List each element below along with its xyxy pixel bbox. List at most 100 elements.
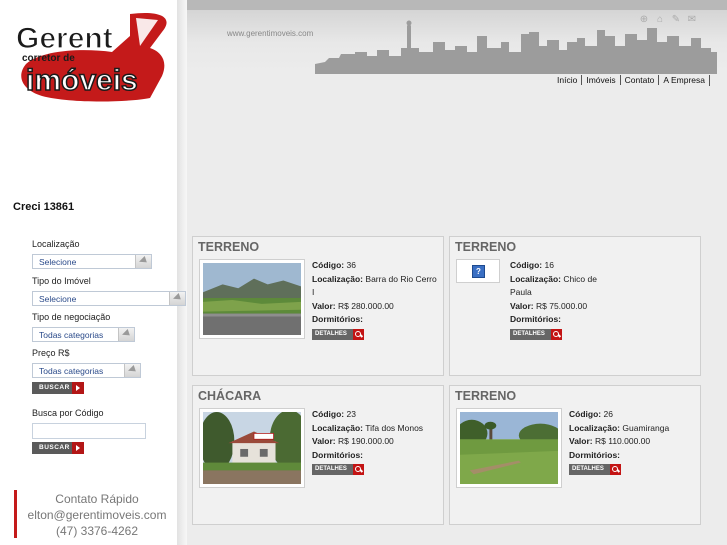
listing-codigo: 16 [544, 260, 554, 270]
localizacao-label: Localização [32, 239, 80, 249]
listing-localizacao: Guamiranga [622, 422, 670, 433]
site-logo[interactable]: Gerent corretor de imóveis [12, 10, 180, 102]
listing-valor: R$ 110.000.00 [595, 436, 651, 446]
buscar-codigo-button[interactable]: BUSCAR [32, 442, 84, 454]
localizacao-label: Localização: [510, 273, 562, 284]
valor-label: Valor: [569, 436, 593, 446]
nav-a-empresa[interactable]: A Empresa [658, 75, 709, 85]
listing-card[interactable]: CHÁCARA Código: 23 Localização: Tifa dos… [192, 385, 444, 525]
listing-localizacao: Tifa dos Monos [365, 422, 424, 433]
tipo-negociacao-select[interactable]: Todas categorias [32, 327, 135, 342]
listing-info: Código: 26 Localização: Guamiranga Valor… [569, 408, 697, 476]
detalhes-button-label: DETALHES [315, 330, 347, 337]
magnifier-icon [353, 464, 364, 475]
creci-number: Creci 13861 [13, 201, 75, 213]
valor-label: Valor: [312, 300, 336, 311]
listing-card[interactable]: TERRENO Código: 26 Localização: Guamiran… [449, 385, 701, 525]
localizacao-select-value: Selecione [39, 257, 77, 267]
listing-category: CHÁCARA [198, 389, 262, 403]
listing-info: Código: 36 Localização: Barra do Rio Cer… [312, 259, 440, 340]
localizacao-select[interactable]: Selecione [32, 254, 152, 269]
chevron-down-icon [124, 364, 140, 377]
magnifier-icon [551, 328, 562, 340]
field-photo-image [203, 263, 301, 335]
logo-text-corretor: corretor de [22, 53, 75, 64]
detalhes-button[interactable]: DETALHES [569, 464, 621, 475]
detalhes-button[interactable]: DETALHES [510, 328, 562, 340]
logo-graphic: Gerent corretor de imóveis [15, 12, 167, 102]
detalhes-button-label: DETALHES [513, 330, 545, 337]
mail-icon[interactable]: ✉ [685, 12, 699, 28]
grass-photo-image [460, 412, 558, 484]
listing-photo[interactable] [199, 259, 305, 339]
listing-category: TERRENO [455, 389, 517, 403]
contact-box: Contato Rápido elton@gerentimoveis.com (… [14, 490, 177, 538]
listing-card[interactable]: TERRENO Código: 36 Localização: Barra do… [192, 236, 444, 376]
contact-title: Contato Rápido [55, 492, 139, 506]
listing-category: TERRENO [455, 240, 517, 254]
listing-category: TERRENO [198, 240, 260, 254]
nav-imoveis[interactable]: Imóveis [581, 75, 620, 85]
tipo-negociacao-select-value: Todas categorias [39, 330, 104, 340]
detalhes-button-label: DETALHES [315, 466, 347, 472]
listing-card[interactable]: TERRENO ? Código: 16 Localização: Chico … [449, 236, 701, 376]
preco-label: Preço R$ [32, 348, 70, 358]
house-photo-image [203, 412, 301, 484]
listing-info: Código: 16 Localização: Chico de Paula V… [510, 259, 638, 340]
dormitorios-label: Dormitórios: [510, 314, 561, 324]
tipo-imovel-label: Tipo do Imóvel [32, 276, 91, 286]
dormitorios-label: Dormitórios: [569, 449, 620, 460]
buscar-codigo-button-label: BUSCAR [39, 444, 70, 451]
listing-valor: R$ 75.000.00 [536, 300, 588, 311]
codigo-input[interactable] [32, 423, 146, 439]
tipo-imovel-select[interactable]: Selecione [32, 291, 186, 306]
listing-photo[interactable] [456, 408, 562, 488]
localizacao-label: Localização: [312, 273, 364, 284]
detalhes-button[interactable]: DETALHES [312, 328, 364, 340]
tipo-imovel-select-value: Selecione [39, 294, 77, 304]
codigo-label: Código: [312, 409, 345, 419]
busca-codigo-label: Busca por Código [32, 408, 104, 418]
chevron-down-icon [118, 328, 134, 341]
arrow-right-icon [72, 382, 84, 394]
arrow-right-icon [72, 442, 84, 454]
listing-valor: R$ 190.000.00 [338, 436, 394, 446]
dormitorios-label: Dormitórios: [312, 314, 363, 324]
header-top-band [187, 0, 727, 10]
site-url: www.gerentimoveis.com [227, 29, 314, 38]
listing-codigo: 26 [603, 409, 613, 419]
chevron-down-icon [135, 255, 151, 268]
tipo-negociacao-label: Tipo de negociação [32, 312, 111, 322]
buscar-button-label: BUSCAR [39, 384, 70, 391]
valor-label: Valor: [510, 300, 534, 311]
chevron-down-icon [169, 292, 185, 305]
listing-photo[interactable] [199, 408, 305, 488]
nav-inicio[interactable]: Início [553, 75, 581, 85]
listing-photo-placeholder[interactable]: ? [456, 259, 500, 283]
dormitorios-label: Dormitórios: [312, 449, 363, 460]
codigo-label: Código: [312, 260, 345, 270]
missing-image-icon: ? [472, 265, 485, 278]
listing-valor: R$ 280.000.00 [338, 300, 394, 311]
home-icon[interactable]: ⌂ [653, 12, 667, 28]
preco-select-value: Todas categorias [39, 366, 104, 376]
logo-text-gerent: Gerent [16, 22, 113, 55]
codigo-label: Código: [510, 260, 543, 270]
preco-select[interactable]: Todas categorias [32, 363, 141, 378]
listing-codigo: 36 [346, 260, 356, 270]
contact-phone: (47) 3376-4262 [55, 524, 139, 538]
codigo-label: Código: [569, 409, 602, 419]
target-icon[interactable]: ⊕ [637, 12, 651, 28]
buscar-button[interactable]: BUSCAR [32, 382, 84, 394]
main-nav: Início Imóveis Contato A Empresa [553, 75, 710, 89]
nav-divider [709, 75, 710, 87]
detalhes-button-label: DETALHES [572, 466, 604, 472]
magnifier-icon [610, 464, 621, 475]
detalhes-button[interactable]: DETALHES [312, 464, 364, 475]
valor-label: Valor: [312, 436, 336, 446]
nav-contato[interactable]: Contato [619, 75, 659, 85]
listing-codigo: 23 [346, 409, 356, 419]
pencil-icon[interactable]: ✎ [669, 12, 683, 28]
contact-email[interactable]: elton@gerentimoveis.com [17, 507, 177, 523]
header: www.gerentimoveis.com ⊕ ⌂ ✎ ✉ Início Imóv… [187, 0, 727, 92]
